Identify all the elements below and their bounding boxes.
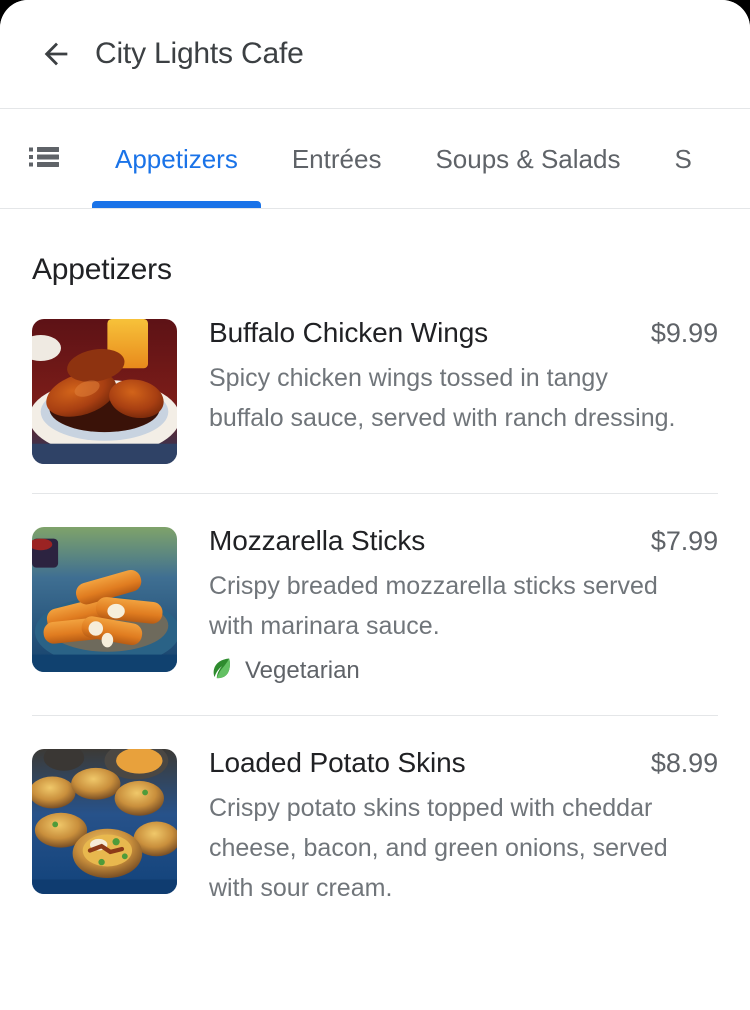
menu-item[interactable]: Buffalo Chicken Wings $9.99 Spicy chicke… <box>0 315 750 464</box>
arrow-back-icon <box>39 37 73 71</box>
menu-item-thumbnail <box>32 319 177 464</box>
list-view-icon <box>29 145 59 174</box>
menu-item-price: $9.99 <box>650 318 718 348</box>
menu-item-description: Crispy potato skins topped with cheddar … <box>209 794 668 902</box>
menu-item-description: Crispy breaded mozzarella sticks served … <box>209 572 658 640</box>
list-view-button[interactable] <box>0 109 88 208</box>
menu-item[interactable]: Mozzarella Sticks $7.99 Crispy breaded m… <box>0 523 750 686</box>
menu-item-thumbnail <box>32 527 177 672</box>
page-title: City Lights Cafe <box>95 37 304 70</box>
menu-item-header: Mozzarella Sticks $7.99 <box>209 525 718 557</box>
tab-appetizers[interactable]: Appetizers <box>88 109 265 208</box>
status-badge: Vegetarian <box>209 655 360 686</box>
menu-item-header: Loaded Potato Skins $8.99 <box>209 747 718 779</box>
menu-item-name: Mozzarella Sticks <box>209 525 426 556</box>
menu-item-body: Mozzarella Sticks $7.99 Crispy breaded m… <box>177 523 718 686</box>
menu-item[interactable]: Loaded Potato Skins $8.99 Crispy potato … <box>0 745 750 908</box>
menu-item-list: Buffalo Chicken Wings $9.99 Spicy chicke… <box>0 287 750 908</box>
tab-label: Soups & Salads <box>435 144 621 174</box>
menu-item-price: $7.99 <box>650 526 718 556</box>
tab-soups-and-salads[interactable]: Soups & Salads <box>408 109 647 208</box>
list-divider <box>32 493 718 494</box>
menu-item-badges: Vegetarian <box>209 655 718 686</box>
app-bar: City Lights Cafe <box>0 0 750 109</box>
menu-item-name: Loaded Potato Skins <box>209 747 466 778</box>
menu-item-header: Buffalo Chicken Wings $9.99 <box>209 317 718 349</box>
back-button[interactable] <box>32 30 80 78</box>
menu-item-name: Buffalo Chicken Wings <box>209 317 489 348</box>
tab-label: Appetizers <box>115 144 238 174</box>
list-divider <box>32 715 718 716</box>
leaf-icon <box>209 655 235 686</box>
menu-item-body: Buffalo Chicken Wings $9.99 Spicy chicke… <box>177 315 718 464</box>
category-tab-bar: Appetizers Entrées Soups & Salads S <box>0 109 750 209</box>
tab-label: S <box>674 144 692 174</box>
badge-label: Vegetarian <box>245 656 360 684</box>
menu-item-thumbnail <box>32 749 177 894</box>
menu-item-description: Spicy chicken wings tossed in tangy buff… <box>209 364 676 432</box>
menu-content: Appetizers Buffalo Chicken Wings $9.99 S… <box>0 209 750 908</box>
tab-label: Entrées <box>291 144 382 174</box>
tabs-scroller[interactable]: Appetizers Entrées Soups & Salads S <box>88 109 750 208</box>
menu-item-price: $8.99 <box>650 748 718 778</box>
menu-item-body: Loaded Potato Skins $8.99 Crispy potato … <box>177 745 718 908</box>
section-heading: Appetizers <box>32 253 172 286</box>
tab-entrees[interactable]: Entrées <box>265 109 409 208</box>
app-window: City Lights Cafe Appetizers Entrées Soup… <box>0 0 750 1010</box>
tab-next-partial[interactable]: S <box>647 109 718 208</box>
